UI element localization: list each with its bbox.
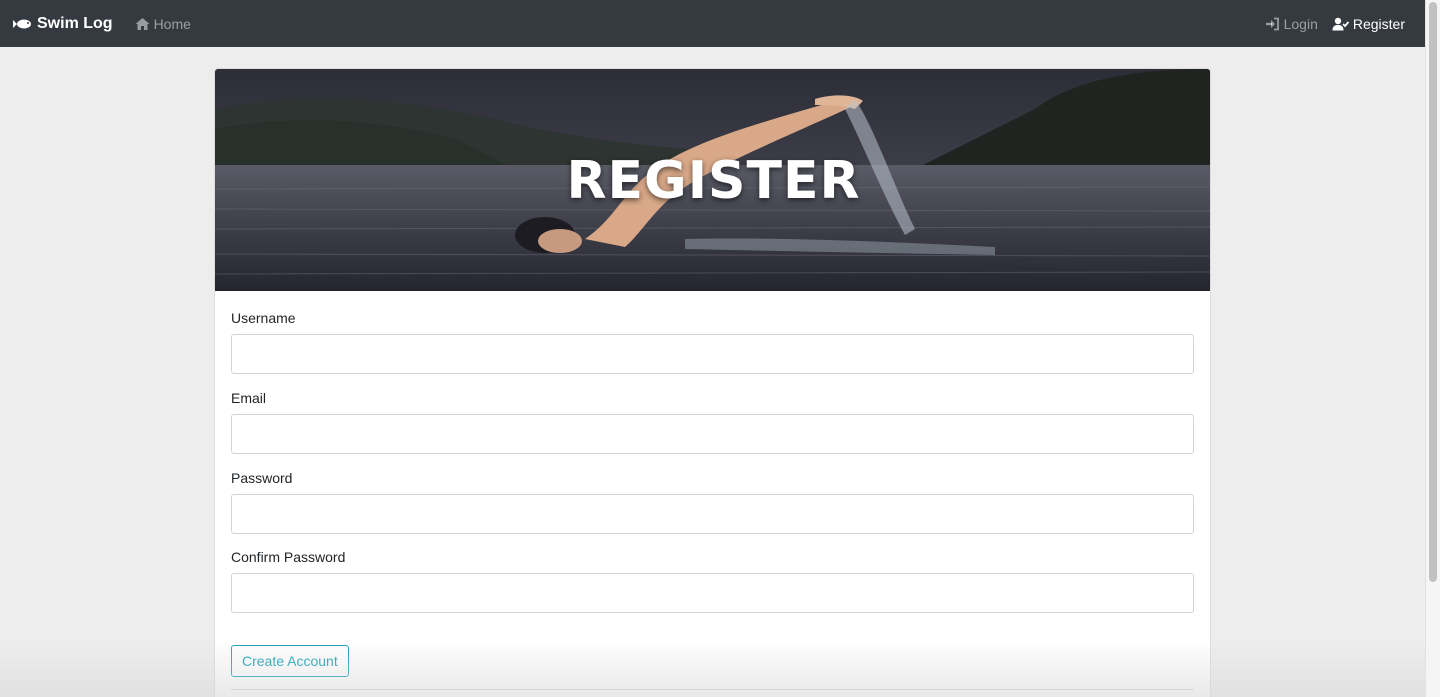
fish-icon bbox=[13, 17, 33, 31]
page-title: REGISTER bbox=[566, 151, 861, 211]
sign-in-icon bbox=[1265, 17, 1280, 31]
confirm-password-input[interactable] bbox=[231, 573, 1194, 613]
nav-register-link[interactable]: Register bbox=[1332, 16, 1405, 32]
scrollbar-thumb[interactable] bbox=[1429, 2, 1437, 582]
username-group: Username bbox=[231, 310, 1194, 374]
password-input[interactable] bbox=[231, 494, 1194, 534]
hero-banner: REGISTER bbox=[215, 69, 1210, 291]
nav-home-link[interactable]: Home bbox=[135, 16, 191, 32]
page-scrollbar[interactable] bbox=[1425, 0, 1440, 697]
create-account-button[interactable]: Create Account bbox=[231, 645, 349, 677]
nav-right-group: Login Register bbox=[1265, 16, 1405, 32]
navbar: Swim Log Home Login Register bbox=[0, 0, 1425, 47]
email-input[interactable] bbox=[231, 414, 1194, 454]
email-label: Email bbox=[231, 390, 267, 406]
nav-home-label: Home bbox=[153, 15, 191, 32]
nav-login-link[interactable]: Login bbox=[1265, 16, 1318, 32]
user-check-icon bbox=[1332, 17, 1350, 31]
brand-label: Swim Log bbox=[37, 14, 113, 32]
nav-register-label: Register bbox=[1352, 15, 1405, 32]
password-group: Password bbox=[231, 470, 1194, 534]
password-label: Password bbox=[231, 470, 293, 486]
form-divider bbox=[231, 689, 1194, 690]
home-icon bbox=[135, 17, 150, 31]
username-label: Username bbox=[231, 310, 296, 326]
brand-link[interactable]: Swim Log bbox=[13, 15, 113, 33]
username-input[interactable] bbox=[231, 334, 1194, 374]
register-card: REGISTER Username Email Password Confirm… bbox=[214, 68, 1211, 697]
confirm-password-group: Confirm Password bbox=[231, 549, 1194, 613]
confirm-password-label: Confirm Password bbox=[231, 549, 346, 565]
email-group: Email bbox=[231, 390, 1194, 454]
register-form: Username Email Password Confirm Password bbox=[215, 310, 1210, 613]
nav-login-label: Login bbox=[1283, 15, 1318, 32]
